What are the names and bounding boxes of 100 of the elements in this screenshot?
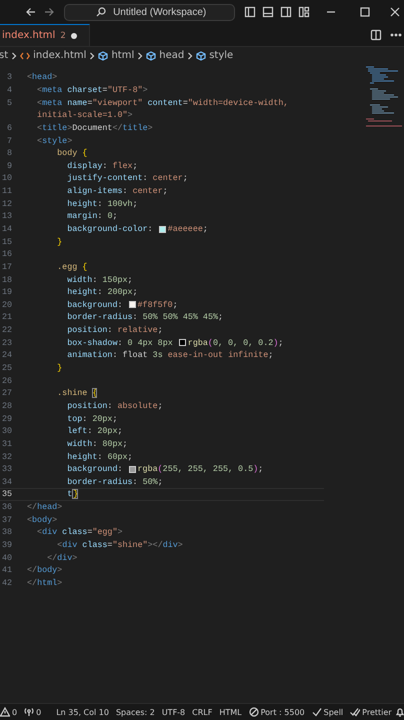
line-number: 27 — [0, 388, 13, 398]
code-text: <body> — [27, 514, 58, 525]
line-number: 11 — [0, 186, 13, 196]
line-number: 9 — [6, 160, 13, 171]
status-item[interactable]: Ln 35, Col 10 — [52, 708, 112, 716]
line-number: 10 — [0, 173, 13, 184]
cube-icon — [98, 50, 108, 60]
line-number: 37 — [0, 514, 13, 525]
problem-count: 2 — [60, 30, 66, 40]
line-number: 30 — [0, 426, 13, 436]
line-number: 12 — [0, 198, 13, 209]
line-number: 25 — [0, 363, 13, 374]
secondary-sidebar-icon[interactable] — [280, 6, 292, 18]
cube-icon — [196, 50, 206, 60]
code-text: top: 20px; — [66, 414, 118, 424]
line-number: 32 — [0, 452, 13, 462]
code-text: initial-scale=1.0"> — [36, 110, 133, 120]
code-text: #f8f5f0; — [138, 300, 178, 310]
code-text: rgba(0, 0, 0, 0.2); — [188, 338, 284, 348]
line-number: 15 — [0, 236, 13, 247]
line-number: 33 — [0, 464, 13, 474]
chevron-icon — [187, 52, 194, 60]
line-number: 39 — [0, 540, 13, 550]
search-field[interactable]: Untitled (Workspace) — [64, 4, 236, 20]
code-text: align-items: center; — [66, 186, 168, 196]
code-text: width: 80px; — [66, 438, 128, 449]
minimap-drawing — [366, 66, 402, 128]
line-number: 42 — [0, 578, 13, 588]
check-icon — [312, 707, 322, 717]
line-number: 16 — [0, 249, 13, 260]
status-item[interactable]: UTF-8 — [158, 708, 189, 716]
line-number: 3 — [6, 72, 13, 82]
line-number: 18 — [0, 274, 13, 285]
code-text: #aeeeee; — [168, 224, 208, 234]
line-number: 28 — [0, 400, 13, 411]
status-item[interactable]: Spaces: 2 — [112, 708, 158, 716]
sidebar-layout-icon[interactable] — [244, 6, 256, 18]
code-text: margin: 0; — [66, 211, 118, 222]
status-item[interactable]: CRLF — [188, 708, 216, 716]
code-text: body { — [56, 148, 88, 158]
line-number: 5 — [6, 98, 13, 108]
line-number: 6 — [6, 122, 13, 133]
line-number: 19 — [0, 287, 13, 298]
editor-tab[interactable]: index.html 2 — [0, 24, 90, 46]
code-text: </head> — [27, 502, 62, 512]
code-text: .egg { — [56, 262, 88, 272]
code-text: <meta charset="UTF-8"> — [36, 84, 148, 95]
line-number: 36 — [0, 502, 13, 512]
code-text: <div class="shine"></div> — [56, 540, 183, 550]
breadcrumb[interactable]: html — [98, 50, 134, 61]
code-text: } — [56, 363, 62, 374]
code-text: </html> — [27, 578, 62, 588]
no-entry-icon — [248, 707, 259, 717]
code-text: <div class="egg"> — [36, 527, 123, 538]
status-item[interactable]: Spell — [308, 707, 347, 717]
back-arrow-icon[interactable] — [25, 6, 38, 18]
code-text: height: 100vh; — [66, 198, 138, 209]
chevron-icon — [89, 52, 96, 60]
code-text: <title>Document</title> — [36, 122, 153, 133]
color-swatch-icon[interactable] — [128, 301, 136, 308]
breadcrumb[interactable]: head — [146, 50, 184, 61]
code-text: position: relative; — [66, 325, 163, 336]
panel-layout-icon[interactable] — [262, 6, 274, 18]
warning-icon — [0, 707, 10, 717]
code-text: t} — [66, 489, 78, 500]
code-text: border-radius: 50%; — [66, 476, 163, 487]
maximize-icon[interactable] — [359, 6, 372, 18]
color-swatch-icon[interactable] — [158, 226, 166, 232]
code-text: <head> — [27, 72, 58, 82]
code-text: background-color: — [66, 224, 154, 234]
line-number: 29 — [0, 414, 13, 424]
split-editor-icon[interactable] — [370, 29, 382, 41]
chevron-icon — [137, 52, 144, 60]
line-number: 38 — [0, 527, 13, 538]
breadcrumb[interactable]: style — [196, 50, 234, 61]
forward-arrow-icon[interactable] — [43, 6, 56, 18]
bell-icon[interactable] — [395, 707, 404, 717]
cube-icon — [146, 50, 156, 60]
code-text: display: flex; — [66, 160, 138, 171]
line-number: 35 — [0, 489, 13, 500]
color-swatch-icon[interactable] — [178, 339, 186, 346]
status-item[interactable]: 0 — [0, 707, 21, 717]
layout-grid-icon[interactable] — [298, 6, 310, 18]
color-swatch-icon[interactable] — [128, 466, 136, 473]
line-number: 31 — [0, 438, 13, 449]
status-item[interactable]: Prettier — [346, 707, 396, 717]
breadcrumb[interactable]: index.html — [20, 50, 86, 61]
code-text: left: 20px; — [66, 426, 123, 436]
broadcast-icon — [24, 707, 34, 717]
line-number: 21 — [0, 312, 13, 322]
status-item[interactable]: HTML — [216, 708, 246, 716]
line-number: 13 — [0, 211, 13, 222]
line-number: 24 — [0, 350, 13, 360]
status-item[interactable]: 0 — [20, 707, 45, 717]
close-icon[interactable] — [388, 6, 401, 18]
code-text: background: — [66, 300, 124, 310]
line-number: 20 — [0, 300, 13, 310]
code-text: position: absolute; — [66, 400, 163, 411]
line-number: 8 — [6, 148, 13, 158]
status-item[interactable]: Port : 5500 — [245, 707, 308, 717]
